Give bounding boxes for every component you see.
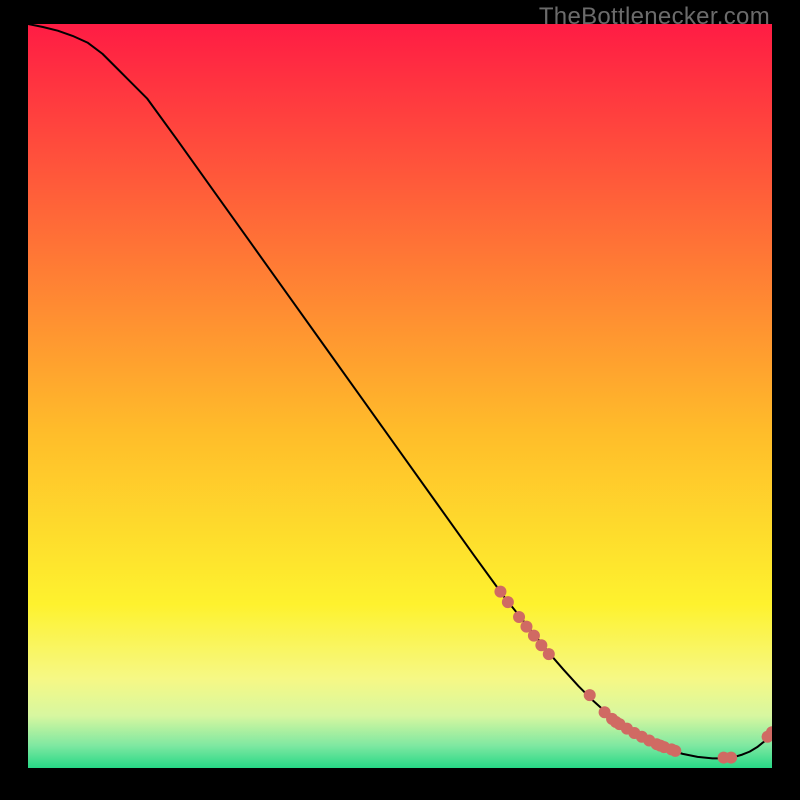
plot-area [28, 24, 772, 768]
highlight-point [494, 586, 506, 598]
plot-background [28, 24, 772, 768]
highlight-point [502, 596, 514, 608]
highlight-point [584, 689, 596, 701]
chart-svg [28, 24, 772, 768]
chart-stage: TheBottlenecker.com [0, 0, 800, 800]
highlight-point [513, 611, 525, 623]
highlight-point [669, 745, 681, 757]
highlight-point [528, 630, 540, 642]
highlight-point [725, 752, 737, 764]
highlight-point [543, 648, 555, 660]
